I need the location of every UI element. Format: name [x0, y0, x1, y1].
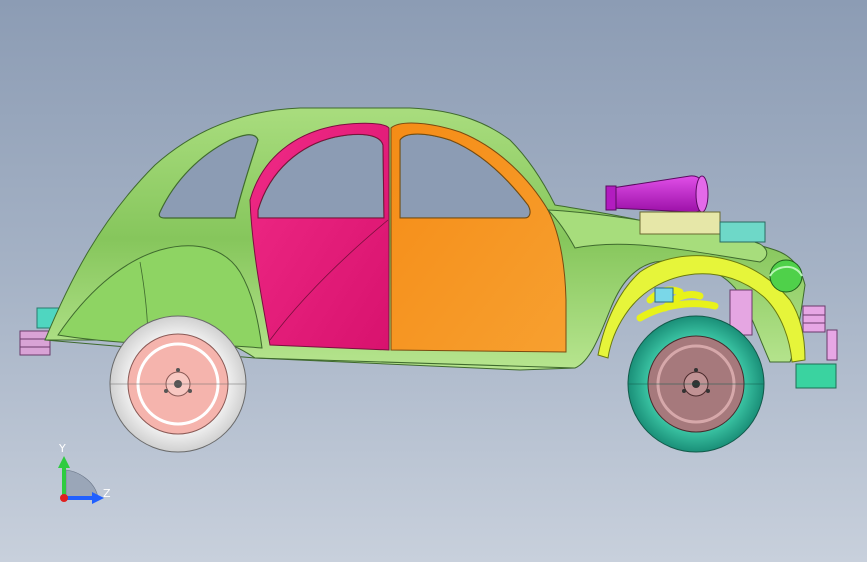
- axis-triad: [58, 456, 104, 504]
- engine-intake[interactable]: [605, 175, 709, 213]
- exhaust-headers[interactable]: [636, 286, 719, 322]
- exhaust-pipe[interactable]: [654, 287, 674, 303]
- headlight[interactable]: [769, 259, 803, 293]
- graphics-viewport[interactable]: Y Z: [0, 0, 867, 562]
- front-wheel[interactable]: [627, 315, 765, 453]
- car-model-scene[interactable]: [0, 0, 867, 562]
- z-axis-label: Z: [103, 487, 111, 500]
- rear-wheel[interactable]: [109, 315, 247, 453]
- y-axis-label: Y: [59, 442, 66, 455]
- origin-dot: [60, 494, 68, 502]
